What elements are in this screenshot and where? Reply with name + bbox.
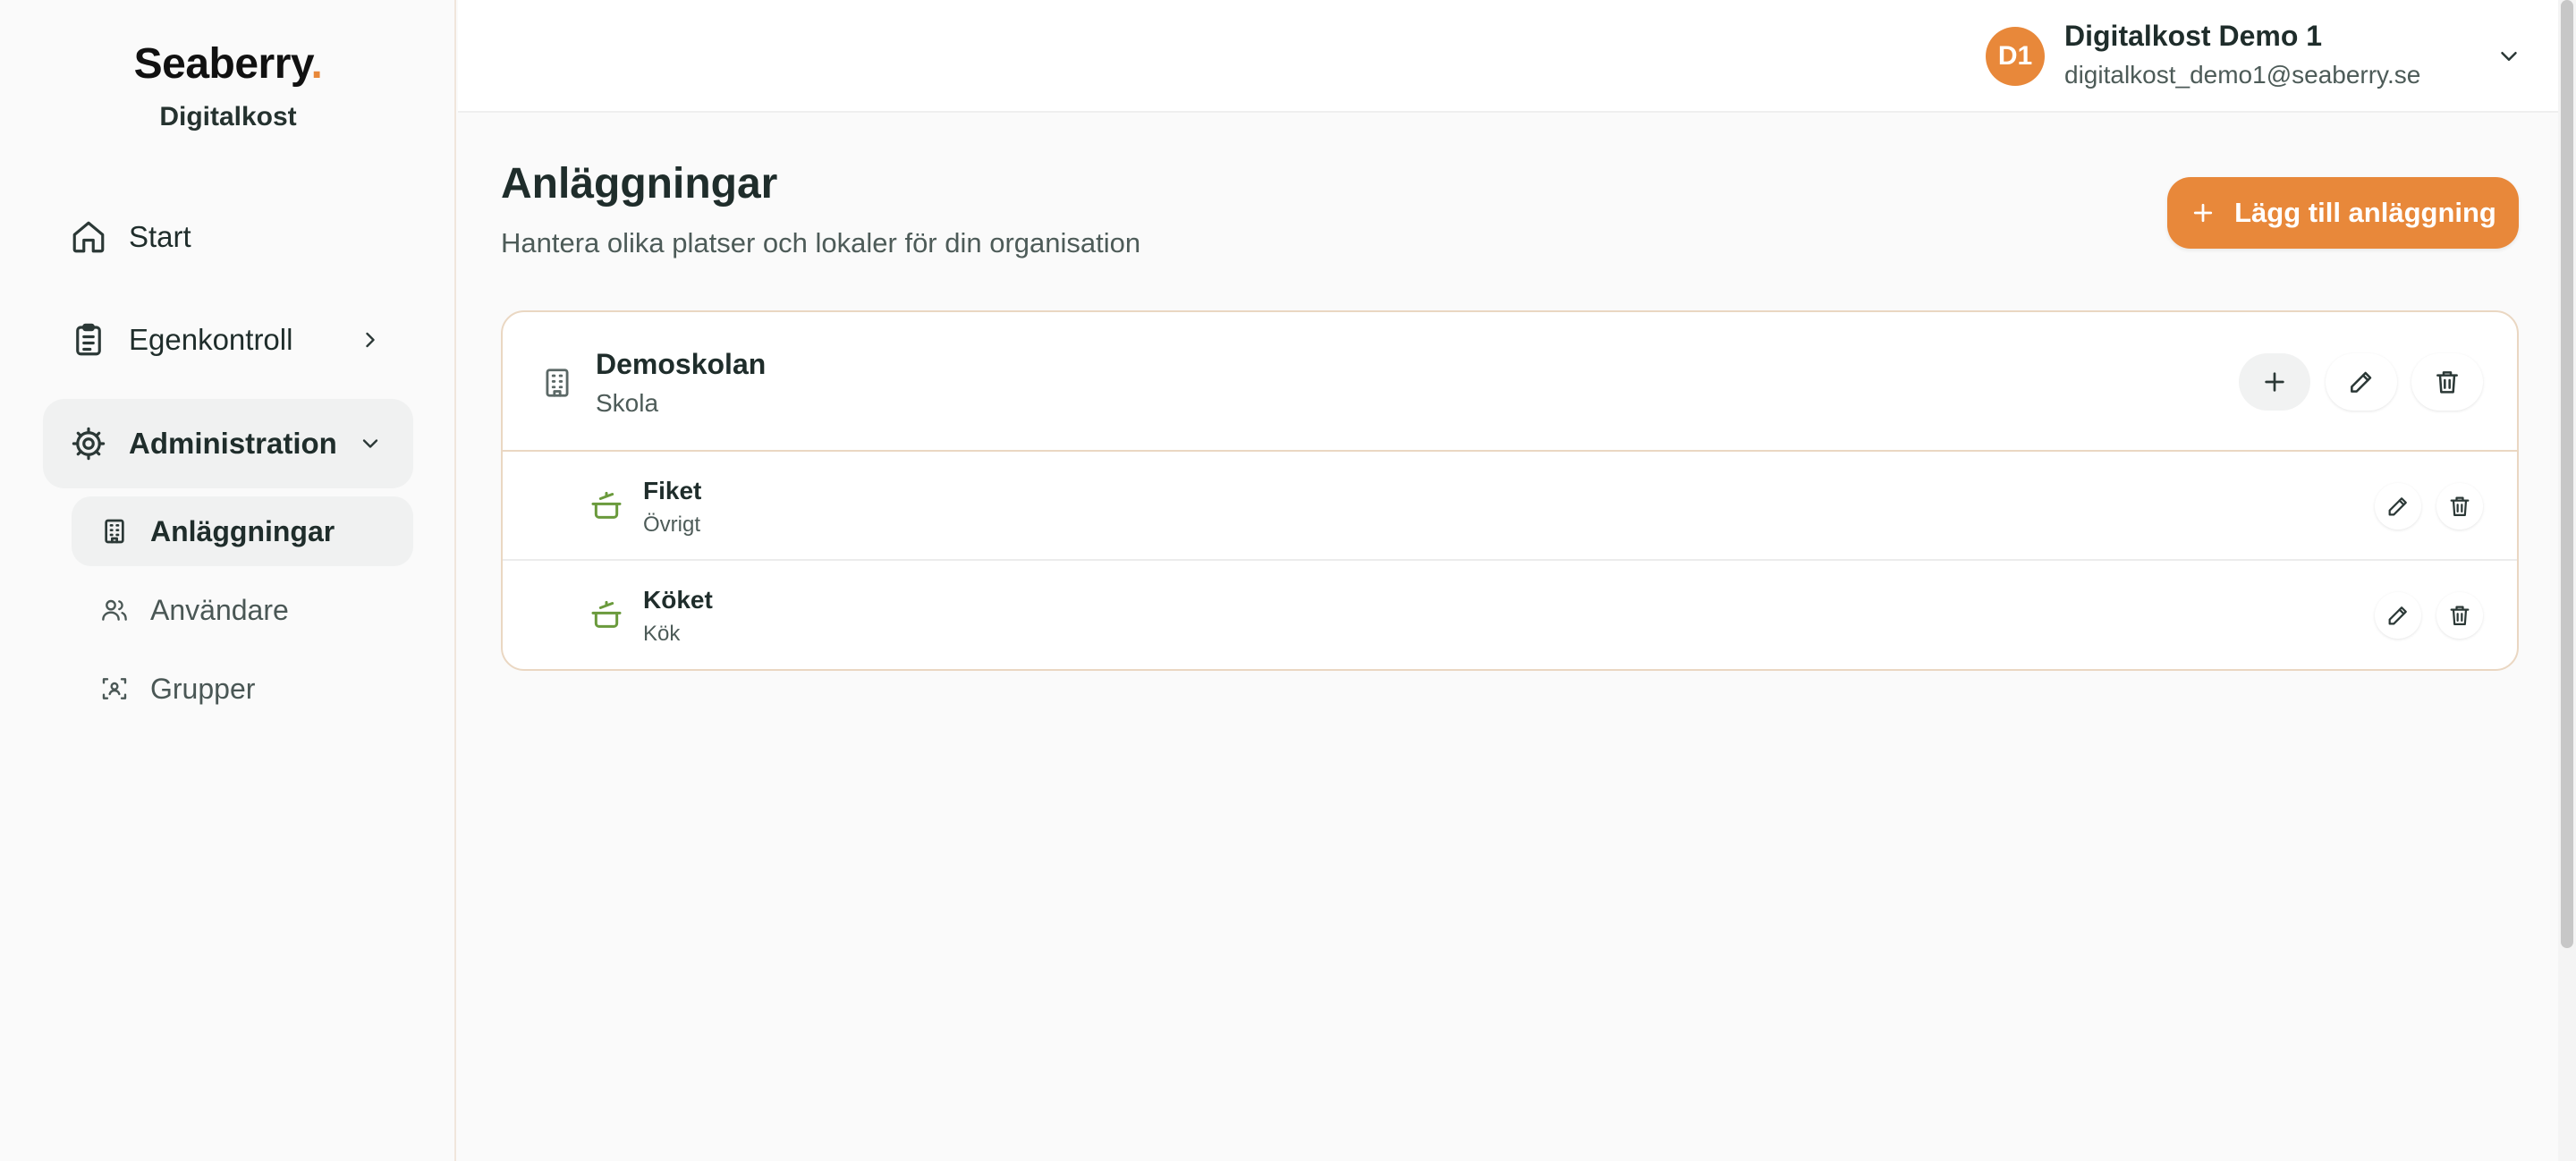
sidebar: Seaberry. Digitalkost Start Egenkontroll bbox=[0, 0, 456, 1161]
brand-subtitle: Digitalkost bbox=[159, 102, 297, 131]
home-icon bbox=[70, 218, 107, 256]
delete-subfacility-button[interactable] bbox=[2436, 592, 2483, 639]
facility-name: Demoskolan bbox=[596, 348, 767, 380]
sidebar-item-egenkontroll[interactable]: Egenkontroll bbox=[43, 295, 413, 385]
cooking-pot-icon bbox=[589, 597, 624, 632]
add-facility-label: Lägg till anläggning bbox=[2234, 197, 2496, 228]
sidebar-subitem-anlaggningar[interactable]: Anläggningar bbox=[72, 496, 413, 566]
brand: Seaberry. Digitalkost bbox=[0, 39, 456, 132]
scrollbar[interactable] bbox=[2558, 0, 2576, 1161]
facility-type: Skola bbox=[596, 389, 659, 417]
sidebar-item-start[interactable]: Start bbox=[43, 192, 413, 282]
user-name: Digitalkost Demo 1 bbox=[2064, 20, 2323, 52]
sidebar-subitem-grupper[interactable]: Grupper bbox=[72, 654, 413, 724]
chevron-down-icon bbox=[2496, 43, 2522, 70]
cooking-pot-icon bbox=[589, 487, 624, 523]
trash-icon bbox=[2447, 603, 2472, 628]
chevron-right-icon bbox=[358, 327, 383, 352]
delete-subfacility-button[interactable] bbox=[2436, 483, 2483, 530]
sidebar-item-label: Start bbox=[129, 220, 191, 253]
page-subtitle: Hantera olika platser och lokaler för di… bbox=[501, 227, 1141, 258]
subfacility-row: Fiket Övrigt bbox=[503, 452, 2517, 561]
pencil-icon bbox=[2347, 368, 2376, 396]
facility-row: Demoskolan Skola bbox=[503, 312, 2517, 452]
gear-icon bbox=[70, 425, 107, 462]
sidebar-item-label: Administration bbox=[129, 427, 337, 460]
sidebar-item-administration[interactable]: Administration bbox=[43, 399, 413, 488]
user-email: digitalkost_demo1@seaberry.se bbox=[2064, 61, 2421, 89]
edit-subfacility-button[interactable] bbox=[2375, 592, 2421, 639]
plus-icon bbox=[2260, 368, 2289, 396]
sidebar-subitem-label: Användare bbox=[150, 593, 289, 626]
sidebar-subitem-label: Anläggningar bbox=[150, 514, 335, 547]
subfacility-name: Fiket bbox=[643, 477, 702, 504]
edit-subfacility-button[interactable] bbox=[2375, 483, 2421, 530]
users-icon bbox=[100, 596, 129, 624]
subfacility-name: Köket bbox=[643, 586, 713, 614]
add-facility-button[interactable]: Lägg till anläggning bbox=[2167, 177, 2519, 249]
plus-icon bbox=[2190, 199, 2216, 226]
building-icon bbox=[540, 364, 574, 402]
delete-facility-button[interactable] bbox=[2411, 353, 2483, 411]
trash-icon bbox=[2447, 494, 2472, 519]
sidebar-item-label: Egenkontroll bbox=[129, 323, 293, 356]
clipboard-icon bbox=[70, 321, 107, 359]
avatar: D1 bbox=[1986, 27, 2045, 86]
chevron-down-icon bbox=[358, 431, 383, 456]
subfacility-row: Köket Kök bbox=[503, 561, 2517, 669]
top-bar: D1 Digitalkost Demo 1 digitalkost_demo1@… bbox=[458, 0, 2576, 113]
pencil-icon bbox=[2385, 603, 2411, 628]
brand-logo-dot: . bbox=[310, 40, 323, 88]
facility-card: Demoskolan Skola Fiket Övrigt Köket Kök bbox=[501, 310, 2519, 671]
edit-facility-button[interactable] bbox=[2326, 353, 2397, 411]
brand-logo-text: Seaberry bbox=[133, 40, 311, 88]
user-menu[interactable]: D1 Digitalkost Demo 1 digitalkost_demo1@… bbox=[1986, 0, 2576, 113]
group-icon bbox=[100, 674, 129, 703]
brand-logo[interactable]: Seaberry. bbox=[0, 39, 456, 89]
subfacility-type: Övrigt bbox=[643, 513, 701, 537]
sidebar-subitem-anvandare[interactable]: Användare bbox=[72, 575, 413, 645]
add-subfacility-button[interactable] bbox=[2239, 353, 2310, 411]
scrollbar-thumb[interactable] bbox=[2561, 0, 2573, 948]
building-icon bbox=[100, 517, 129, 546]
sidebar-subitem-label: Grupper bbox=[150, 672, 256, 705]
page-title: Anläggningar bbox=[501, 160, 778, 208]
trash-icon bbox=[2433, 368, 2462, 396]
subfacility-type: Kök bbox=[643, 622, 681, 646]
pencil-icon bbox=[2385, 494, 2411, 519]
